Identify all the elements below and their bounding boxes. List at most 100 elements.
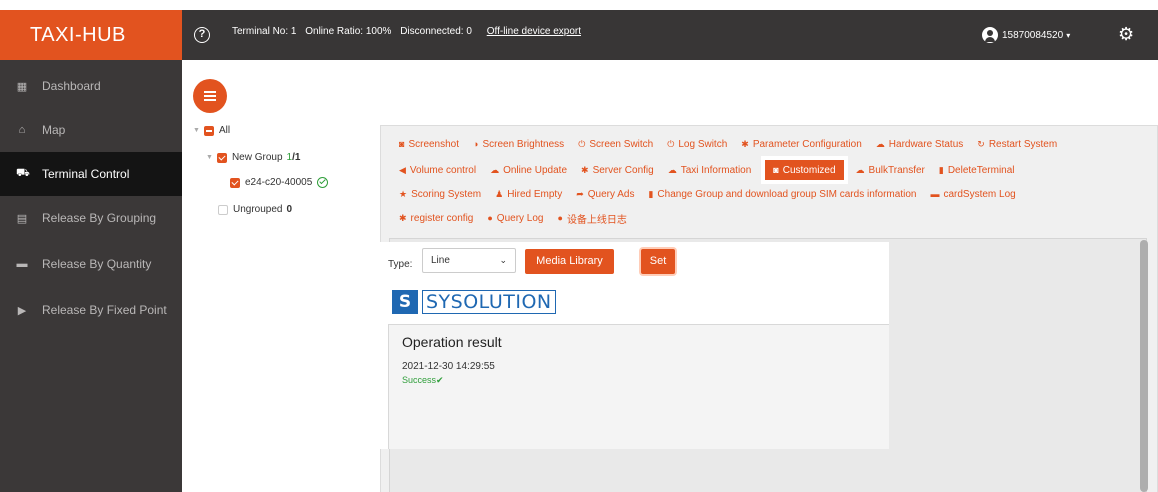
sidebar: ▦ Dashboard ⌂ Map ⛟ Terminal Control ▤ R…: [0, 60, 182, 492]
brightness-icon: ◑: [473, 139, 479, 149]
tool-label: register config: [410, 212, 474, 224]
gear-icon[interactable]: ⚙: [1118, 24, 1134, 45]
tool-online-update[interactable]: ☁ Online Update: [490, 160, 567, 180]
refresh-icon: ↻: [977, 138, 985, 149]
result-timestamp: 2021-12-30 14:29:55: [402, 361, 495, 372]
tool-volume-control[interactable]: ◀ Volume control: [399, 160, 476, 180]
toolbar-row: ◀ Volume control ☁ Online Update ✱ Server C…: [399, 156, 1029, 184]
play-icon: ▶: [17, 304, 27, 317]
sidebar-item-terminal-control[interactable]: ⛟ Terminal Control: [0, 152, 182, 196]
cloud-icon: ☁: [875, 138, 885, 149]
tool-hired-empty[interactable]: ♟ Hired Empty: [495, 184, 562, 204]
result-status: Success✔: [402, 375, 444, 385]
toolbar-row: ★ Scoring System ♟ Hired Empty ➦ Query Ads …: [399, 184, 1030, 204]
set-button[interactable]: Set: [641, 249, 675, 274]
checkbox-new-group[interactable]: [216, 152, 227, 163]
sidebar-item-label: Release By Fixed Point: [42, 303, 167, 317]
camera-icon: ◙: [399, 139, 405, 149]
tool-label: Screen Brightness: [482, 138, 565, 150]
tree-node-new-group[interactable]: ▼ New Group 1/1: [206, 152, 300, 163]
tree-node-label: New Group: [231, 152, 283, 163]
checkbox-device[interactable]: [230, 177, 240, 188]
sidebar-item-label: Dashboard: [42, 79, 101, 93]
tool-customized[interactable]: ◙ Customized: [761, 156, 848, 184]
media-library-button[interactable]: Media Library: [525, 249, 614, 274]
sidebar-item-release-by-fixed-point[interactable]: ▶ Release By Fixed Point: [0, 288, 182, 332]
result-title: Operation result: [402, 334, 502, 350]
sidebar-item-release-by-quantity[interactable]: ▬ Release By Quantity: [0, 242, 182, 286]
grouping-icon: ▤: [16, 212, 28, 225]
tool-label: Screen Switch: [589, 138, 654, 150]
tree-node-label: Ungrouped: [233, 204, 283, 215]
gear-icon: ✱: [399, 212, 407, 223]
online-ratio: Online Ratio: 100%: [305, 26, 392, 37]
help-icon[interactable]: ?: [194, 27, 210, 43]
tool-cardsystem-log[interactable]: ▬ cardSystem Log: [930, 184, 1015, 204]
customized-card: Type: Line ⌄ Media Library Set S SYSOLUT…: [354, 242, 889, 449]
tool-device-online-log[interactable]: ● 设备上线日志: [558, 208, 627, 228]
tool-parameter-configuration[interactable]: ✱ Parameter Configuration: [741, 134, 862, 154]
tool-taxi-information[interactable]: ☁ Taxi Information: [668, 160, 752, 180]
tool-server-config[interactable]: ✱ Server Config: [581, 160, 654, 180]
tool-label: Restart System: [988, 138, 1058, 150]
marker-icon: ●: [487, 213, 493, 223]
tree-node-all[interactable]: ▼ All: [193, 125, 230, 136]
checkbox-ungrouped[interactable]: [218, 204, 228, 215]
tool-log-switch[interactable]: ⏻ Log Switch: [667, 134, 727, 154]
cloud-icon: ☁: [667, 164, 677, 175]
collapse-arrow-icon[interactable]: ▼: [206, 154, 213, 161]
tool-screenshot[interactable]: ◙ Screenshot: [399, 134, 459, 154]
tool-label: Hired Empty: [507, 188, 563, 200]
collapse-arrow-icon[interactable]: ▼: [193, 127, 200, 134]
trash-icon: ▮: [938, 164, 944, 175]
tool-query-log[interactable]: ● Query Log: [487, 208, 543, 228]
sidebar-item-label: Terminal Control: [42, 167, 130, 181]
type-label: Type:: [388, 259, 413, 270]
tool-label: Taxi Information: [680, 164, 752, 176]
toolbar-row: ◙ Screenshot ◑ Screen Brightness ⏻ Screen S…: [399, 134, 1071, 154]
tool-delete-terminal[interactable]: ▮ DeleteTerminal: [939, 160, 1015, 180]
top-bar: TAXI-HUB ? Terminal No: 1 Online Ratio: …: [0, 10, 1158, 60]
volume-icon: ◀: [399, 164, 406, 175]
terminal-number: Terminal No: 1: [232, 26, 297, 37]
logo-mark: S: [392, 290, 418, 314]
tree-node-device[interactable]: e24-c20-40005: [230, 177, 329, 188]
tool-screen-brightness[interactable]: ◑ Screen Brightness: [473, 134, 564, 154]
cloud-icon: ☁: [490, 164, 500, 175]
tool-hardware-status[interactable]: ☁ Hardware Status: [876, 134, 963, 154]
tree-node-ungrouped[interactable]: Ungrouped 0: [218, 204, 292, 215]
car-icon: ⛟: [16, 167, 30, 179]
tool-label: Online Update: [503, 164, 568, 176]
trash-icon: ▮: [648, 188, 654, 199]
brand-logo[interactable]: TAXI-HUB: [0, 10, 182, 60]
type-select[interactable]: Line ⌄: [422, 248, 516, 273]
toolbar-row: ✱ register config ● Query Log ● 设备上线日志: [399, 208, 641, 228]
tool-register-config[interactable]: ✱ register config: [399, 208, 473, 228]
sidebar-item-release-by-grouping[interactable]: ▤ Release By Grouping: [0, 196, 182, 240]
chevron-down-icon: ▾: [1066, 30, 1071, 40]
tool-change-group[interactable]: ▮ Change Group and download group SIM car…: [648, 184, 916, 204]
user-avatar-icon: [982, 27, 998, 43]
power-icon: ⏻: [667, 138, 675, 149]
type-select-value: Line: [431, 255, 450, 266]
sidebar-item-dashboard[interactable]: ▦ Dashboard: [0, 64, 182, 108]
tree-menu-button[interactable]: [193, 79, 227, 113]
sidebar-item-label: Release By Quantity: [42, 257, 152, 271]
tool-restart-system[interactable]: ↻ Restart System: [977, 134, 1057, 154]
map-icon: ⌂: [18, 124, 26, 136]
tool-label: Change Group and download group SIM card…: [657, 188, 917, 200]
offline-export-link[interactable]: Off-line device export: [487, 26, 581, 37]
sidebar-item-label: Release By Grouping: [42, 211, 157, 225]
scrollbar[interactable]: [1140, 240, 1148, 492]
tool-bulk-transfer[interactable]: ☁ BulkTransfer: [856, 160, 925, 180]
tool-query-ads[interactable]: ➦ Query Ads: [576, 184, 634, 204]
star-icon: ★: [399, 188, 408, 199]
tool-screen-switch[interactable]: ⏻ Screen Switch: [578, 134, 653, 154]
marker-icon: ●: [557, 213, 563, 223]
sidebar-item-map[interactable]: ⌂ Map: [0, 108, 182, 152]
tool-label: 设备上线日志: [566, 214, 627, 226]
checkbox-all[interactable]: [203, 125, 214, 136]
share-icon: ➦: [576, 188, 584, 199]
user-menu[interactable]: 15870084520 ▾: [982, 10, 1070, 60]
tool-scoring-system[interactable]: ★ Scoring System: [399, 184, 481, 204]
